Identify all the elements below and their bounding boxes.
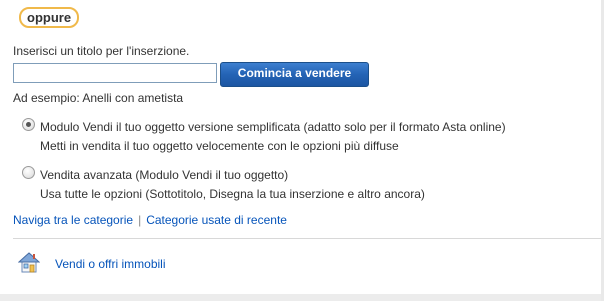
simplified-form-description: Metti in vendita il tuo oggetto veloceme…: [40, 139, 399, 153]
recent-categories-link[interactable]: Categorie usate di recente: [146, 213, 287, 227]
advanced-form-title[interactable]: Vendita avanzata (Modulo Vendi il tuo og…: [40, 168, 288, 182]
divider: [13, 238, 601, 239]
category-links: Naviga tra le categorie | Categorie usate …: [13, 213, 287, 227]
house-icon[interactable]: [18, 251, 40, 273]
advanced-form-radio[interactable]: [22, 166, 35, 179]
link-separator: |: [138, 213, 142, 227]
property-sell-link[interactable]: Vendi o offri immobili: [55, 257, 166, 271]
listing-title-input[interactable]: [13, 63, 217, 83]
start-selling-button[interactable]: Comincia a vendere: [220, 62, 369, 87]
advanced-form-description: Usa tutte le opzioni (Sottotitolo, Diseg…: [40, 187, 425, 201]
example-text: Ad esempio: Anelli con ametista: [13, 91, 184, 105]
oppure-badge: oppure: [19, 7, 80, 28]
simplified-form-title[interactable]: Modulo Vendi il tuo oggetto versione sem…: [40, 120, 506, 134]
title-prompt: Inserisci un titolo per l'inserzione.: [13, 44, 190, 58]
simplified-form-radio[interactable]: [22, 118, 35, 131]
panel-bottom-border: [0, 294, 604, 301]
browse-categories-link[interactable]: Naviga tra le categorie: [13, 213, 133, 227]
